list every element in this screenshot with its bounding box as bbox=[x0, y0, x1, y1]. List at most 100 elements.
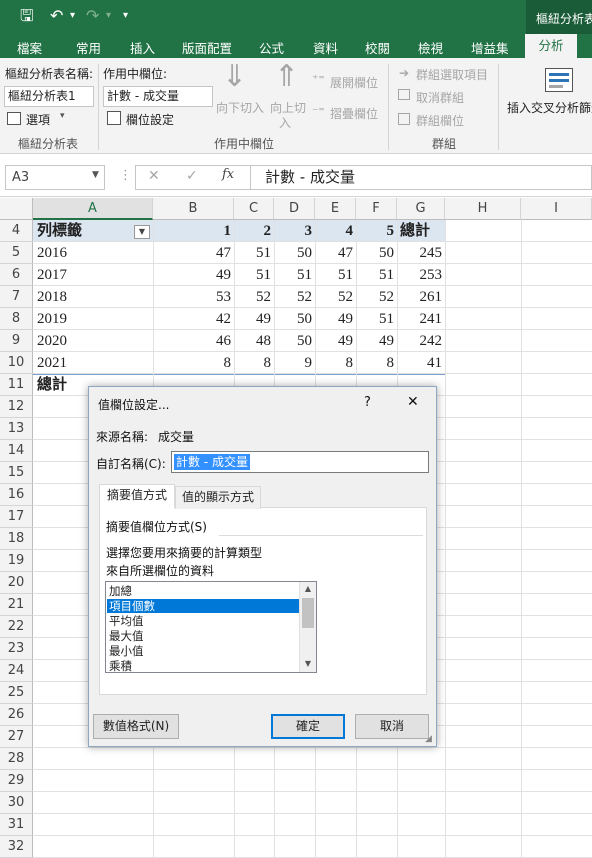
insert-slicer-button[interactable]: 插入交叉分析篩選 bbox=[507, 99, 592, 116]
row-header[interactable]: 4 bbox=[0, 220, 33, 242]
pivot-row-labels-header[interactable]: 列標籤 bbox=[37, 220, 137, 242]
resize-grip-icon[interactable]: ◢ bbox=[425, 734, 432, 744]
pivot-row-label[interactable]: 2016 bbox=[37, 242, 137, 264]
undo-icon[interactable]: ↶ bbox=[50, 6, 63, 26]
pivot-column-header[interactable]: 3 bbox=[274, 220, 315, 242]
row-header[interactable]: 20 bbox=[0, 572, 33, 594]
column-header[interactable]: B bbox=[153, 198, 234, 220]
tab-formulas[interactable]: 公式 bbox=[259, 38, 284, 57]
pivot-cell[interactable]: 51 bbox=[234, 264, 274, 286]
calculation-type-option[interactable]: 最小值 bbox=[109, 644, 144, 658]
pivot-cell[interactable]: 51 bbox=[356, 264, 397, 286]
undo-dropdown-icon[interactable]: ▾ bbox=[70, 6, 75, 26]
pivot-cell[interactable]: 49 bbox=[315, 330, 356, 352]
pivot-cell[interactable]: 50 bbox=[274, 308, 315, 330]
column-header[interactable]: C bbox=[234, 198, 274, 220]
pivot-row-label[interactable]: 2017 bbox=[37, 264, 137, 286]
pivot-row-label[interactable]: 2019 bbox=[37, 308, 137, 330]
pivot-cell[interactable]: 49 bbox=[315, 308, 356, 330]
pivot-cell[interactable]: 49 bbox=[356, 330, 397, 352]
help-icon[interactable]: ? bbox=[364, 395, 371, 410]
pivot-cell[interactable]: 242 bbox=[397, 330, 445, 352]
row-header[interactable]: 6 bbox=[0, 264, 33, 286]
tab-home[interactable]: 常用 bbox=[76, 38, 101, 57]
row-header[interactable]: 15 bbox=[0, 462, 33, 484]
pivot-cell[interactable]: 8 bbox=[356, 352, 397, 374]
pivot-cell[interactable]: 9 bbox=[274, 352, 315, 374]
pivot-row-label[interactable]: 2020 bbox=[37, 330, 137, 352]
calculation-type-option[interactable]: 乘積 bbox=[109, 659, 132, 672]
pivot-cell[interactable]: 53 bbox=[153, 286, 234, 308]
pivot-cell[interactable]: 41 bbox=[397, 352, 445, 374]
row-header[interactable]: 19 bbox=[0, 550, 33, 572]
pivot-column-header[interactable]: 1 bbox=[153, 220, 234, 242]
column-header[interactable]: D bbox=[274, 198, 315, 220]
pivot-cell[interactable]: 52 bbox=[315, 286, 356, 308]
pivot-cell[interactable]: 8 bbox=[234, 352, 274, 374]
pivot-cell[interactable]: 48 bbox=[234, 330, 274, 352]
tab-summarize-by[interactable]: 摘要值方式 bbox=[99, 484, 175, 508]
filter-dropdown-icon[interactable]: ▼ bbox=[134, 225, 150, 239]
row-header[interactable]: 9 bbox=[0, 330, 33, 352]
pivot-cell[interactable]: 51 bbox=[274, 264, 315, 286]
calculation-type-list[interactable]: 加總 項目個數 平均值 最大值 最小值 乘積 ▲ ▼ bbox=[105, 581, 317, 673]
column-header[interactable]: E bbox=[315, 198, 356, 220]
scroll-up-icon[interactable]: ▲ bbox=[300, 582, 316, 596]
pivot-cell[interactable]: 50 bbox=[274, 330, 315, 352]
row-header[interactable]: 27 bbox=[0, 726, 33, 748]
cancel-button[interactable]: 取消 bbox=[355, 714, 429, 739]
row-header[interactable]: 17 bbox=[0, 506, 33, 528]
row-header[interactable]: 30 bbox=[0, 792, 33, 814]
pivot-cell[interactable]: 8 bbox=[153, 352, 234, 374]
column-header[interactable]: F bbox=[356, 198, 397, 220]
row-header[interactable]: 12 bbox=[0, 396, 33, 418]
field-settings-button[interactable]: 欄位設定 bbox=[126, 111, 174, 128]
calculation-type-option[interactable]: 平均值 bbox=[109, 614, 144, 628]
pivot-column-header[interactable]: 5 bbox=[356, 220, 397, 242]
pivot-cell[interactable]: 47 bbox=[153, 242, 234, 264]
close-icon[interactable]: ✕ bbox=[407, 394, 419, 410]
row-header[interactable]: 29 bbox=[0, 770, 33, 792]
pivot-cell[interactable]: 47 bbox=[315, 242, 356, 264]
column-header[interactable]: H bbox=[445, 198, 521, 220]
row-header[interactable]: 32 bbox=[0, 836, 33, 858]
tab-insert[interactable]: 插入 bbox=[130, 38, 155, 57]
pivot-cell[interactable]: 50 bbox=[274, 242, 315, 264]
row-header[interactable]: 31 bbox=[0, 814, 33, 836]
column-header[interactable]: A bbox=[33, 198, 153, 220]
row-header[interactable]: 5 bbox=[0, 242, 33, 264]
active-field-input[interactable]: 計數 - 成交量 bbox=[103, 86, 213, 107]
row-header[interactable]: 28 bbox=[0, 748, 33, 770]
row-header[interactable]: 10 bbox=[0, 352, 33, 374]
pivot-column-header[interactable]: 2 bbox=[234, 220, 274, 242]
pivot-cell[interactable]: 51 bbox=[315, 264, 356, 286]
pivot-cell[interactable]: 52 bbox=[234, 286, 274, 308]
name-box[interactable]: A3 bbox=[5, 165, 105, 190]
row-header[interactable]: 7 bbox=[0, 286, 33, 308]
pivot-cell[interactable]: 50 bbox=[356, 242, 397, 264]
pivot-row-label[interactable]: 2021 bbox=[37, 352, 137, 374]
pivot-row-label[interactable]: 2018 bbox=[37, 286, 137, 308]
calculation-type-option[interactable]: 項目個數 bbox=[107, 599, 299, 613]
tab-show-values-as[interactable]: 值的顯示方式 bbox=[175, 486, 261, 509]
tab-review[interactable]: 校閱 bbox=[365, 38, 390, 57]
row-header[interactable]: 26 bbox=[0, 704, 33, 726]
row-header[interactable]: 22 bbox=[0, 616, 33, 638]
pivot-cell[interactable]: 52 bbox=[356, 286, 397, 308]
pivot-cell[interactable]: 42 bbox=[153, 308, 234, 330]
pivot-name-input[interactable]: 樞紐分析表1 bbox=[4, 86, 94, 107]
pivot-cell[interactable]: 261 bbox=[397, 286, 445, 308]
row-header[interactable]: 21 bbox=[0, 594, 33, 616]
row-header[interactable]: 16 bbox=[0, 484, 33, 506]
row-header[interactable]: 18 bbox=[0, 528, 33, 550]
pivot-column-header[interactable]: 4 bbox=[315, 220, 356, 242]
select-all-corner[interactable] bbox=[0, 198, 33, 220]
options-dropdown-icon[interactable]: ▾ bbox=[60, 111, 65, 121]
pivot-cell[interactable]: 49 bbox=[234, 308, 274, 330]
row-header[interactable]: 23 bbox=[0, 638, 33, 660]
pivot-cell[interactable]: 46 bbox=[153, 330, 234, 352]
row-header[interactable]: 24 bbox=[0, 660, 33, 682]
tab-view[interactable]: 檢視 bbox=[418, 38, 443, 57]
insert-function-icon[interactable]: fx bbox=[222, 167, 234, 182]
row-header[interactable]: 25 bbox=[0, 682, 33, 704]
